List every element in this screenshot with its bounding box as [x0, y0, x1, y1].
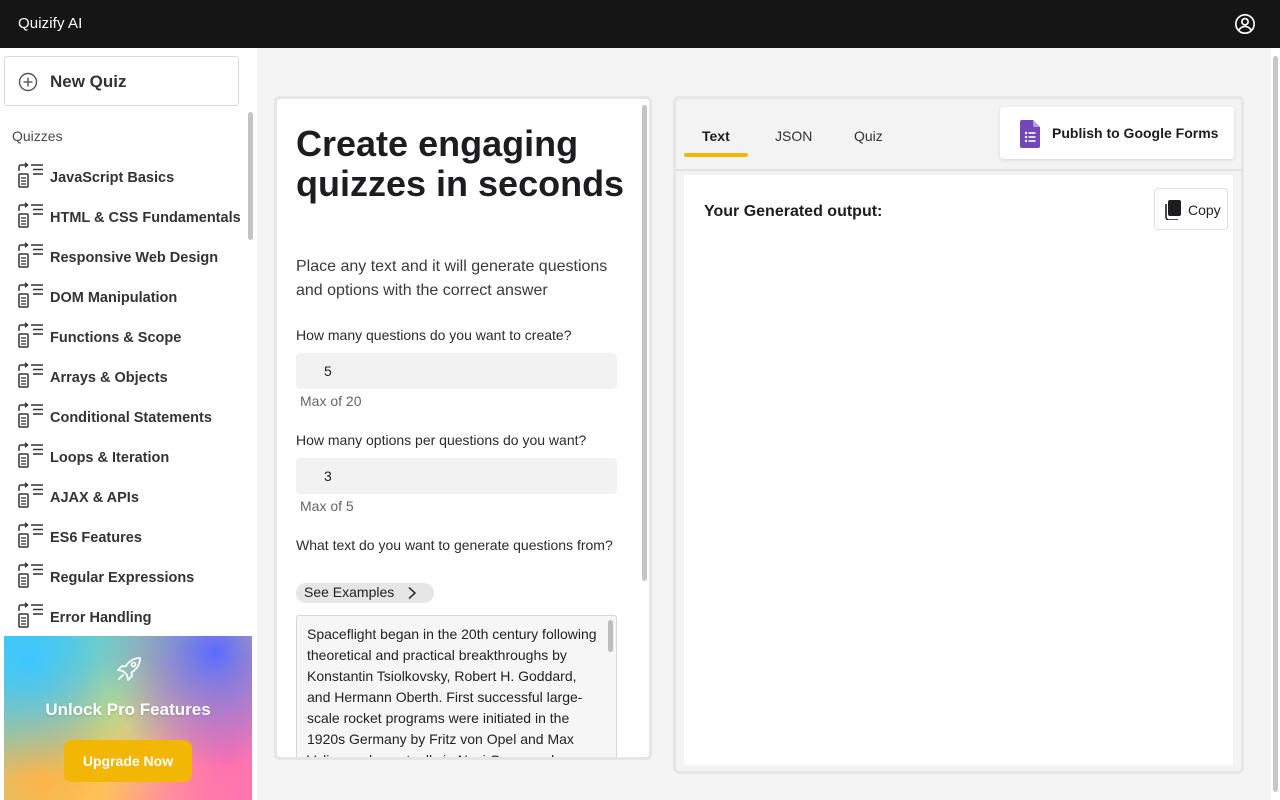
copy-label: Copy [1188, 202, 1221, 218]
see-examples-label: See Examples [304, 584, 395, 600]
questions-count-input[interactable] [296, 353, 617, 389]
options-count-input[interactable] [296, 458, 617, 494]
quiz-list-icon [18, 162, 43, 188]
publish-google-forms-button[interactable]: Publish to Google Forms [1000, 107, 1234, 159]
sidebar-quiz-label: AJAX & APIs [50, 490, 139, 506]
sidebar-quiz-item[interactable]: Loops & Iteration [0, 438, 250, 478]
page-scrollbar-thumb[interactable] [1273, 56, 1278, 792]
quiz-list-icon [18, 402, 43, 428]
questions-count-hint: Max of 20 [300, 393, 362, 409]
sidebar-quiz-label: Arrays & Objects [50, 370, 168, 386]
sidebar-quiz-label: DOM Manipulation [50, 290, 178, 306]
top-bar: Quizify AI [0, 0, 1280, 48]
see-examples-button[interactable]: See Examples [296, 583, 434, 603]
active-tab-indicator [684, 153, 748, 157]
sidebar-quiz-label: HTML & CSS Fundamentals [50, 210, 241, 226]
page-scrollbar[interactable] [1271, 48, 1280, 800]
sidebar-quiz-item[interactable]: HTML & CSS Fundamentals [0, 198, 250, 238]
sidebar-quiz-label: Responsive Web Design [50, 250, 219, 266]
quizzes-section-title: Quizzes [12, 128, 63, 144]
sidebar-quiz-label: ES6 Features [50, 530, 142, 546]
questions-count-label: How many questions do you want to create… [296, 327, 572, 343]
sidebar-quiz-label: Conditional Statements [50, 410, 212, 426]
pro-promo-card: Unlock Pro Features Upgrade Now [4, 636, 252, 800]
options-count-hint: Max of 5 [300, 498, 354, 514]
sidebar-quiz-label: Loops & Iteration [50, 450, 170, 466]
page-subtitle: Place any text and it will generate ques… [296, 258, 608, 299]
promo-title: Unlock Pro Features [45, 700, 211, 719]
sidebar-quiz-item[interactable]: ES6 Features [0, 518, 250, 558]
quiz-form-card: Create engaging quizzes in seconds Place… [274, 96, 652, 760]
app-title: Quizify AI [18, 15, 83, 32]
quiz-list-icon [18, 282, 43, 308]
sidebar-quiz-label: Functions & Scope [50, 330, 182, 346]
sidebar: New Quiz Quizzes JavaScript Basics HTML &… [0, 48, 257, 800]
output-panel: Your Generated output: Copy [684, 175, 1233, 765]
quiz-list-icon [18, 562, 43, 588]
sidebar-quiz-item[interactable]: Arrays & Objects [0, 358, 250, 398]
tab-json[interactable]: JSON [775, 128, 812, 144]
sidebar-quiz-label: Regular Expressions [50, 570, 195, 586]
tab-quiz[interactable]: Quiz [854, 128, 883, 144]
sidebar-quiz-label: Error Handling [50, 610, 152, 626]
quiz-list-icon [18, 202, 43, 228]
page-title: Create engaging quizzes in seconds [296, 123, 625, 204]
sidebar-quiz-label: JavaScript Basics [50, 170, 175, 186]
tab-text[interactable]: Text [702, 128, 730, 144]
chevron-right-icon [408, 586, 417, 600]
publish-label: Publish to Google Forms [1052, 125, 1219, 141]
textarea-scrollbar[interactable] [608, 620, 613, 652]
sidebar-quiz-item[interactable]: Regular Expressions [0, 558, 250, 598]
quiz-list-icon [18, 522, 43, 548]
quiz-list-icon [18, 442, 43, 468]
quiz-list-icon [18, 482, 43, 508]
sidebar-scrollbar[interactable] [248, 112, 253, 240]
source-text-label: What text do you want to generate questi… [296, 537, 613, 553]
sidebar-quiz-item[interactable]: Error Handling [0, 598, 250, 638]
source-text-area[interactable]: Spaceflight began in the 20th century fo… [296, 615, 617, 760]
quiz-list: JavaScript Basics HTML & CSS Fundamentals… [0, 158, 250, 638]
plus-circle-icon [18, 72, 38, 92]
sidebar-quiz-item[interactable]: AJAX & APIs [0, 478, 250, 518]
sidebar-quiz-item[interactable]: JavaScript Basics [0, 158, 250, 198]
copy-icon [1165, 200, 1181, 220]
new-quiz-label: New Quiz [50, 72, 127, 91]
upgrade-now-button[interactable]: Upgrade Now [64, 740, 192, 782]
sidebar-quiz-item[interactable]: Conditional Statements [0, 398, 250, 438]
copy-button[interactable]: Copy [1154, 188, 1228, 230]
output-card: Text JSON Quiz Publish to Google Forms Y… [673, 96, 1244, 774]
sidebar-quiz-item[interactable]: Functions & Scope [0, 318, 250, 358]
quiz-list-icon [18, 242, 43, 268]
quiz-list-icon [18, 322, 43, 348]
google-forms-icon [1020, 120, 1040, 148]
source-text-content: Spaceflight began in the 20th century fo… [307, 626, 597, 760]
options-count-label: How many options per questions do you wa… [296, 432, 587, 448]
form-scrollbar[interactable] [642, 105, 647, 581]
account-icon[interactable] [1234, 13, 1256, 35]
rocket-icon [117, 657, 141, 681]
tabs-divider [676, 169, 1241, 171]
sidebar-quiz-item[interactable]: Responsive Web Design [0, 238, 250, 278]
quiz-list-icon [18, 362, 43, 388]
sidebar-quiz-item[interactable]: DOM Manipulation [0, 278, 250, 318]
new-quiz-button[interactable]: New Quiz [4, 56, 239, 106]
output-heading: Your Generated output: [704, 203, 883, 220]
quiz-list-icon [18, 602, 43, 628]
